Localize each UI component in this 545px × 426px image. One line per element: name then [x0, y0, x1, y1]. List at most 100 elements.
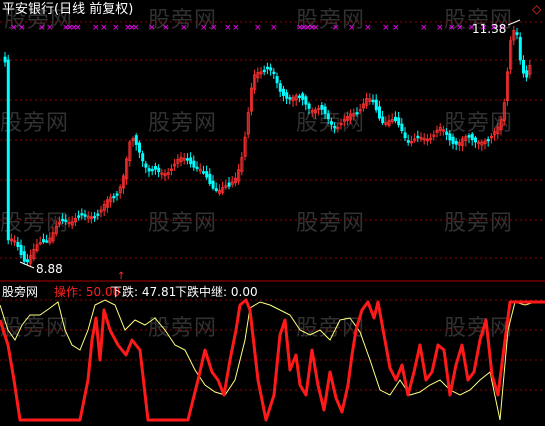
candle-body	[195, 166, 199, 170]
candle-body	[451, 136, 455, 144]
candle-body	[19, 244, 23, 256]
candle-body	[403, 132, 407, 139]
candle-body	[515, 32, 519, 35]
marker-x: ×	[92, 23, 100, 33]
candle-body	[320, 104, 324, 110]
marker-x: ×	[74, 23, 82, 33]
candle-body	[96, 213, 100, 216]
marker-x: ×	[162, 23, 170, 33]
marker-x: ×	[180, 23, 188, 33]
price-high-label: 11.38	[472, 22, 507, 36]
candle-body	[137, 142, 141, 153]
chart-title: 平安银行(日线 前复权)	[2, 2, 134, 17]
candle-body	[201, 171, 205, 174]
candle-body	[61, 218, 65, 222]
candle-body	[22, 251, 26, 262]
marker-x: ×	[456, 23, 464, 33]
marker-x: ×	[210, 23, 218, 33]
marker-x: ×	[112, 23, 120, 33]
candle-body	[115, 193, 119, 196]
marker-x: ×	[382, 23, 390, 33]
candle-body	[454, 140, 458, 145]
candle-body	[525, 70, 529, 78]
candle-body	[144, 163, 148, 168]
candle-body	[329, 121, 333, 125]
signal-marker: ↑	[117, 271, 125, 282]
indicator-item-value: 47.81	[141, 285, 177, 299]
candle-body	[377, 106, 381, 119]
candle-body	[262, 69, 266, 73]
candle-body	[470, 133, 474, 141]
candle-body	[150, 168, 154, 172]
marker-x: ×	[232, 23, 240, 33]
candle-body	[269, 67, 273, 71]
candle-body	[272, 71, 276, 75]
candle-body	[400, 123, 404, 132]
marker-x: ×	[38, 23, 46, 33]
indicator-name: 股旁网	[2, 285, 39, 299]
candle-body	[208, 173, 212, 184]
candlestick-chart: × × × × ×××× × × × ××× × × × × × × × × × ××××× × × × × × × × × × × × ×…	[0, 19, 545, 422]
candle-body	[323, 106, 327, 114]
marker-x: ×	[420, 23, 428, 33]
candle-body	[77, 215, 81, 218]
indicator-item-label: 下跌中继:	[175, 285, 228, 299]
marker-x: ×	[148, 23, 156, 33]
candle-body	[265, 66, 269, 70]
candle-body	[448, 133, 452, 141]
candle-body	[157, 167, 161, 173]
candle-body	[189, 157, 193, 165]
stock-chart-window: 股旁网 股旁网 股旁网 股旁网 股旁网 股旁网 股旁网 股旁网 股旁网 股旁网 …	[0, 0, 545, 426]
marker-x: ×	[348, 23, 356, 33]
candle-body	[333, 126, 337, 129]
candle-body	[214, 188, 218, 191]
candle-body	[25, 259, 29, 263]
candle-body	[467, 135, 471, 138]
candle-body	[281, 88, 285, 96]
candle-body	[307, 103, 311, 109]
candle-body	[211, 180, 215, 189]
candle-body	[80, 213, 84, 216]
indicator-item-value: 0.00	[230, 285, 258, 299]
marker-x: ×	[332, 23, 340, 33]
candle-body	[64, 219, 68, 222]
candle-body	[112, 195, 116, 199]
marker-x: ×	[392, 23, 400, 33]
marker-x: ×	[132, 23, 140, 33]
candle-body	[227, 182, 231, 187]
candle-body	[147, 168, 151, 172]
candle-body	[83, 214, 87, 217]
candle-body	[406, 140, 410, 143]
candle-body	[518, 36, 522, 61]
marker-x: ×	[100, 23, 108, 33]
candle-body	[45, 240, 49, 243]
candle-body	[153, 166, 157, 170]
candle-body	[486, 138, 490, 142]
candle-body	[42, 239, 46, 243]
candle-body	[397, 117, 401, 126]
marker-x: ×	[46, 23, 54, 33]
candle-body	[275, 76, 279, 84]
candle-body	[374, 99, 378, 111]
candle-body	[304, 96, 308, 105]
marker-x: ×	[18, 23, 26, 33]
candle-body	[16, 242, 20, 247]
marker-x: ×	[270, 23, 278, 33]
price-high-pointer	[507, 19, 521, 26]
candle-body	[3, 56, 7, 63]
candle-body	[297, 95, 301, 98]
candle-body	[473, 137, 477, 143]
candle-body	[285, 92, 289, 99]
indicator-item-label: 操作:	[54, 285, 83, 299]
candle-body	[192, 160, 196, 168]
candle-body	[301, 93, 305, 100]
indicator-item-decline: 下跌: 47.81	[110, 285, 176, 299]
marker-x: ×	[312, 23, 320, 33]
candle-body	[393, 116, 397, 122]
candle-body	[326, 113, 330, 120]
marker-x: ×	[448, 23, 456, 33]
top-right-marker[interactable]: ◇	[532, 2, 541, 16]
candle-body	[416, 135, 420, 139]
candle-body	[371, 99, 375, 103]
candle-body	[288, 97, 292, 100]
